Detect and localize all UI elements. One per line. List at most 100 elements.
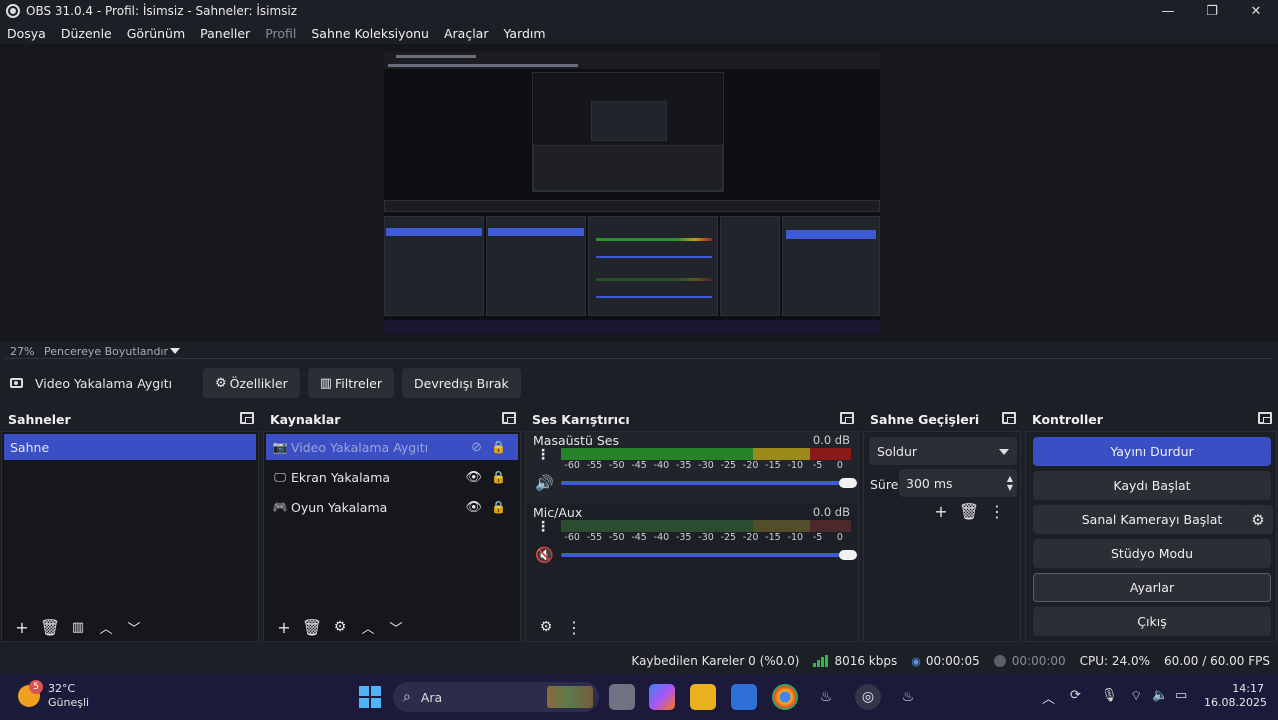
menu-edit[interactable]: Düzenle <box>61 26 112 41</box>
transition-menu-icon[interactable]: ⋮ <box>983 499 1011 523</box>
gear-icon: ⚙ <box>215 375 227 391</box>
scenes-dock-header: Sahneler <box>1 407 259 431</box>
selected-source-name: Video Yakalama Aygıtı <box>35 375 173 391</box>
filters-button[interactable]: ▥ Filtreler <box>307 368 395 398</box>
track-menu-icon[interactable]: ⋮ <box>536 448 550 462</box>
advanced-audio-gear-icon[interactable]: ⚙ <box>532 615 560 639</box>
track-db: 0.0 dB <box>812 433 850 447</box>
move-up-icon[interactable]: ︿ <box>92 615 120 639</box>
deactivate-button[interactable]: Devredışı Bırak <box>402 368 521 398</box>
volume-slider-handle[interactable] <box>839 550 857 560</box>
microsoft-store-icon[interactable] <box>731 684 757 710</box>
properties-button[interactable]: ⚙ Özellikler <box>203 368 300 398</box>
clock-time: 14:17 <box>1232 682 1264 695</box>
virtual-camera-gear-icon[interactable]: ⚙ <box>1243 505 1273 534</box>
sync-icon[interactable]: ⟳ <box>1070 688 1081 703</box>
volume-slider[interactable] <box>561 478 857 488</box>
gear-icon[interactable]: ⚙ <box>326 615 354 639</box>
undock-icon[interactable] <box>1258 412 1272 424</box>
duration-input[interactable]: 300 ms ▲ ▼ <box>899 469 1017 497</box>
taskbar-search[interactable]: ⌕ Ara <box>393 682 599 712</box>
file-explorer-icon[interactable] <box>690 684 716 710</box>
duration-stepper-icon[interactable]: ▲ ▼ <box>1007 474 1013 492</box>
sun-icon: 5 <box>18 680 43 707</box>
lock-icon[interactable]: 🔒 <box>491 440 506 454</box>
menu-tools[interactable]: Araçlar <box>444 26 489 41</box>
chrome-icon[interactable] <box>772 684 798 710</box>
wifi-icon[interactable]: ⌔ <box>1130 688 1142 704</box>
battery-icon[interactable]: ▭ <box>1175 688 1187 703</box>
mixer-toolbar: ⚙ ⋮ <box>526 613 858 641</box>
undock-icon[interactable] <box>240 412 254 424</box>
close-button[interactable]: ✕ <box>1234 0 1278 22</box>
preview-canvas[interactable] <box>384 52 880 334</box>
move-down-icon[interactable]: ﹀ <box>382 615 410 639</box>
menu-docks[interactable]: Paneller <box>200 26 250 41</box>
exit-button[interactable]: Çıkış <box>1033 607 1271 636</box>
source-item[interactable]: 🖵 Ekran Yakalama 👁 🔒 <box>266 464 518 490</box>
preview-area[interactable] <box>0 44 1278 342</box>
menu-scene-collection[interactable]: Sahne Koleksiyonu <box>311 26 429 41</box>
add-icon[interactable]: + <box>8 615 36 639</box>
speaker-icon[interactable]: 🔊 <box>535 474 554 492</box>
volume-icon[interactable]: 🔈 <box>1152 688 1168 703</box>
start-virtual-camera-button[interactable]: Sanal Kamerayı Başlat <box>1033 505 1271 534</box>
lock-icon[interactable]: 🔒 <box>491 500 506 514</box>
sources-title: Kaynaklar <box>270 411 341 427</box>
scene-item[interactable]: Sahne <box>4 434 256 460</box>
obs-taskbar-icon[interactable]: ◎ <box>855 684 881 710</box>
steam-icon[interactable]: ♨ <box>895 684 921 710</box>
minimize-button[interactable]: — <box>1146 0 1190 22</box>
trash-icon[interactable]: 🗑 <box>955 499 983 523</box>
maximize-button[interactable]: ❐ <box>1190 0 1234 22</box>
menu-profile[interactable]: Profil <box>265 26 296 41</box>
undock-icon[interactable] <box>502 412 516 424</box>
microphone-icon[interactable]: 🎙 <box>1101 688 1118 703</box>
eye-icon[interactable]: 👁 <box>465 500 482 515</box>
trash-icon[interactable]: 🗑 <box>298 615 326 639</box>
lock-icon[interactable]: 🔒 <box>491 470 506 484</box>
eye-hidden-icon[interactable]: ⊘ <box>471 440 482 455</box>
source-item[interactable]: 🎮 Oyun Yakalama 👁 🔒 <box>266 494 518 520</box>
move-down-icon[interactable]: ﹀ <box>120 615 148 639</box>
chevron-up-icon[interactable]: ︿ <box>1042 688 1055 707</box>
undock-icon[interactable] <box>1002 412 1016 424</box>
studio-mode-button[interactable]: Stüdyo Modu <box>1033 539 1271 568</box>
stop-stream-button[interactable]: Yayını Durdur <box>1033 437 1271 466</box>
preview-mini-source-selected <box>488 228 584 236</box>
add-icon[interactable]: + <box>927 499 955 523</box>
copilot-icon[interactable] <box>649 684 675 710</box>
preview-mini-scene-selected <box>386 228 482 236</box>
menu-file[interactable]: Dosya <box>7 26 46 41</box>
task-view-icon[interactable] <box>609 684 635 710</box>
move-up-icon[interactable]: ︿ <box>354 615 382 639</box>
windows-start-icon[interactable] <box>359 686 381 708</box>
source-item[interactable]: 📷 Video Yakalama Aygıtı ⊘ 🔒 <box>266 434 518 460</box>
steam-icon[interactable]: ♨ <box>813 684 839 710</box>
fit-to-window-label[interactable]: Pencereye Boyutlandır <box>44 345 170 358</box>
speaker-muted-icon[interactable]: 🔇 <box>535 546 554 564</box>
mixer-title: Ses Karıştırıcı <box>532 411 630 427</box>
system-clock[interactable]: 14:17 16.08.2025 <box>1204 682 1267 710</box>
volume-slider[interactable] <box>561 550 857 560</box>
record-icon <box>993 655 1006 667</box>
settings-button[interactable]: Ayarlar <box>1033 573 1271 602</box>
track-menu-icon[interactable]: ⋮ <box>536 520 550 534</box>
weather-description: Güneşli <box>48 696 90 709</box>
trash-icon[interactable]: 🗑 <box>36 615 64 639</box>
weather-widget[interactable]: 5 32°C Güneşli <box>18 680 90 710</box>
volume-slider-handle[interactable] <box>839 478 857 488</box>
eye-icon[interactable]: 👁 <box>465 470 482 485</box>
undock-icon[interactable] <box>840 412 854 424</box>
mixer-menu-icon[interactable]: ⋮ <box>560 615 588 639</box>
menu-help[interactable]: Yardım <box>503 26 545 41</box>
filter-icon[interactable]: ▥ <box>64 615 92 639</box>
start-recording-button[interactable]: Kaydı Başlat <box>1033 471 1271 500</box>
add-icon[interactable]: + <box>270 615 298 639</box>
transition-select[interactable]: Soldur <box>869 437 1017 465</box>
menu-view[interactable]: Görünüm <box>127 26 185 41</box>
track-name: Masaüstü Ses <box>533 433 619 448</box>
search-placeholder: Ara <box>420 689 443 705</box>
track-name: Mic/Aux <box>533 505 583 520</box>
zoom-dropdown-icon[interactable] <box>170 348 180 354</box>
